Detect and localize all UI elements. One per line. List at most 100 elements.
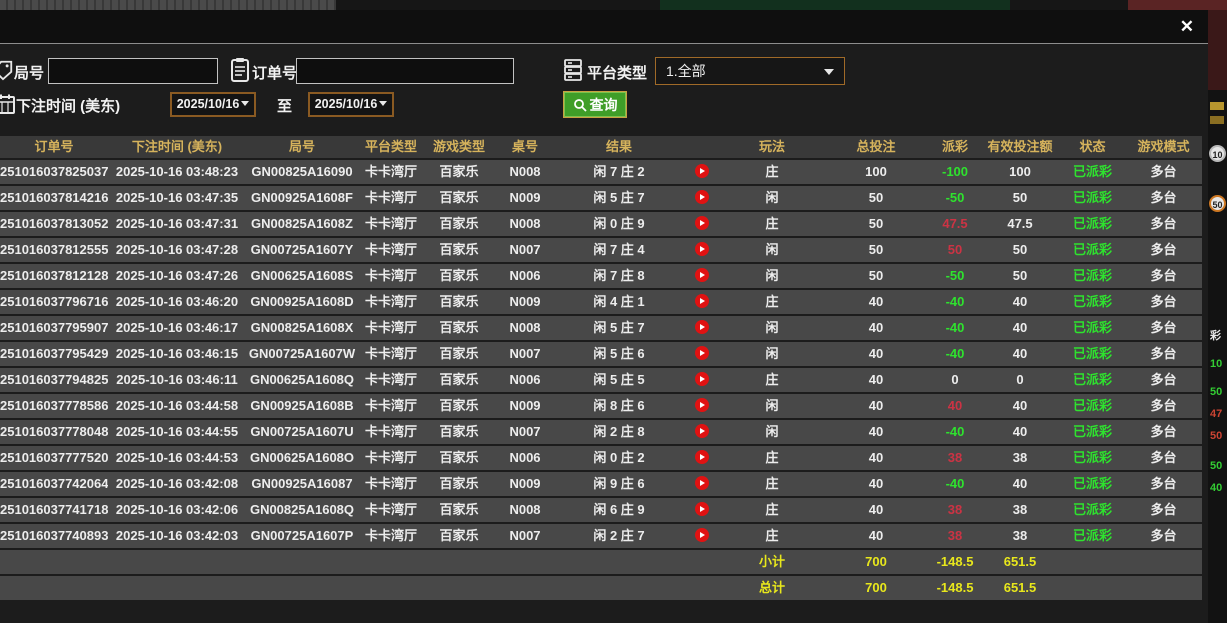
total-table_no	[494, 576, 556, 600]
cell-payout: -40	[945, 294, 965, 309]
cell-bet_time: 2025-10-16 03:47:28	[115, 242, 239, 257]
cell-valid_bet: 100	[1009, 164, 1031, 179]
background-game-felt	[660, 0, 1010, 10]
subtotal-result	[556, 550, 682, 574]
cell-play_btn	[682, 420, 722, 444]
cell-platform: 卡卡湾厅	[364, 528, 417, 543]
cell-order_no: 251016037777520	[0, 450, 108, 465]
cell-total_bet: 40	[868, 528, 884, 543]
subtotal-status	[1060, 550, 1125, 574]
cell-payout: -40	[945, 346, 965, 361]
table-row: 251016037796716 2025-10-16 03:46:20 GN0092…	[0, 290, 1202, 314]
cell-platform: 卡卡湾厅	[364, 190, 417, 205]
cell-play: 闲	[765, 242, 779, 257]
cell-valid_bet: 38	[1012, 528, 1028, 543]
cell-game_type: 百家乐	[439, 242, 479, 257]
cell-platform: 卡卡湾厅	[364, 372, 417, 387]
cell-game_type: 百家乐	[439, 294, 479, 309]
cell-game_no: GN00825A1608X	[250, 320, 354, 335]
cell-game_type: 百家乐	[439, 372, 479, 387]
play-triangle	[700, 479, 705, 486]
cell-valid_bet: 50	[1012, 190, 1028, 205]
replay-play-icon[interactable]	[695, 320, 709, 335]
date-to-picker[interactable]: 2025/10/16	[308, 92, 394, 117]
game-no-input[interactable]	[48, 58, 218, 84]
replay-play-icon[interactable]	[695, 216, 709, 231]
replay-play-icon[interactable]	[695, 450, 709, 465]
cell-total_bet: 100	[865, 164, 887, 179]
play-triangle	[700, 531, 705, 538]
cell-payout: -50	[945, 190, 965, 205]
cell-total_bet: 50	[868, 242, 884, 257]
cell-result: 闲 5 庄 5	[593, 372, 645, 387]
table-row: 251016037813052 2025-10-16 03:47:31 GN0082…	[0, 212, 1202, 236]
replay-play-icon[interactable]	[695, 242, 709, 257]
cell-play_btn	[682, 160, 722, 184]
table-row: 251016037795907 2025-10-16 03:46:17 GN0082…	[0, 316, 1202, 340]
total-game_no	[246, 576, 358, 600]
replay-play-icon[interactable]	[695, 346, 709, 361]
search-button[interactable]: 查询	[563, 91, 627, 118]
cell-game_type: 百家乐	[439, 528, 479, 543]
background-stripes	[0, 0, 336, 10]
cell-game_no: GN00825A16090	[251, 164, 353, 179]
cell-game_type: 百家乐	[439, 268, 479, 283]
date-to-value: 2025/10/16	[314, 97, 378, 111]
cell-bet_time: 2025-10-16 03:44:55	[115, 424, 239, 439]
cell-order_no: 251016037812555	[0, 242, 108, 257]
replay-play-icon[interactable]	[695, 294, 709, 309]
background-number-fragment: 40	[1210, 482, 1223, 494]
replay-play-icon[interactable]	[695, 268, 709, 283]
chevron-down-icon	[379, 101, 388, 106]
cell-mode: 多台	[1150, 268, 1177, 283]
cell-order_no: 251016037812128	[0, 268, 108, 283]
cell-result: 闲 8 庄 6	[593, 398, 645, 413]
cell-game_type: 百家乐	[439, 502, 479, 517]
replay-play-icon[interactable]	[695, 502, 709, 517]
cell-table_no: N007	[509, 528, 541, 543]
cell-order_no: 251016037825037	[0, 164, 108, 179]
table-row: 251016037795429 2025-10-16 03:46:15 GN0072…	[0, 342, 1202, 366]
cell-status: 已派彩	[1072, 450, 1112, 465]
cell-play_btn	[682, 342, 722, 366]
table-row: 251016037778586 2025-10-16 03:44:58 GN0092…	[0, 394, 1202, 418]
cell-platform: 卡卡湾厅	[364, 424, 417, 439]
cell-result: 闲 7 庄 2	[593, 164, 645, 179]
background-number-fragment: 50	[1210, 430, 1223, 442]
cell-payout: 50	[947, 242, 963, 257]
header-game_no: 局号	[288, 139, 315, 154]
platform-type-select[interactable]: 1.全部	[655, 57, 845, 85]
cell-status: 已派彩	[1072, 294, 1112, 309]
order-no-input[interactable]	[296, 58, 514, 84]
cell-play_btn	[682, 290, 722, 314]
subtotal-play_btn	[682, 550, 722, 574]
background-window-edge: 10 50 彩 10 50 47 50 50 40	[1208, 10, 1227, 623]
total-result	[556, 576, 682, 600]
close-icon[interactable]: ✕	[1180, 17, 1194, 37]
play-triangle	[700, 297, 705, 304]
cell-bet_time: 2025-10-16 03:48:23	[115, 164, 239, 179]
cell-play: 闲	[765, 268, 779, 283]
replay-play-icon[interactable]	[695, 476, 709, 491]
replay-play-icon[interactable]	[695, 164, 709, 179]
cell-play_btn	[682, 498, 722, 522]
replay-play-icon[interactable]	[695, 190, 709, 205]
play-triangle	[700, 219, 705, 226]
cell-payout: -100	[941, 164, 969, 179]
date-from-picker[interactable]: 2025/10/16	[170, 92, 256, 117]
replay-play-icon[interactable]	[695, 372, 709, 387]
chevron-down-icon	[824, 69, 834, 75]
to-label: 至	[277, 98, 293, 115]
background-number-fragment: 10	[1210, 358, 1223, 370]
replay-play-icon[interactable]	[695, 528, 709, 543]
cell-table_no: N006	[509, 268, 541, 283]
subtotal-mode	[1125, 550, 1202, 574]
cell-total_bet: 40	[868, 320, 884, 335]
background-number-fragment: 47	[1210, 408, 1223, 420]
search-button-label: 查询	[589, 96, 618, 113]
replay-play-icon[interactable]	[695, 424, 709, 439]
cell-game_type: 百家乐	[439, 476, 479, 491]
replay-play-icon[interactable]	[695, 398, 709, 413]
cell-total_bet: 40	[868, 502, 884, 517]
total-valid_bet: 651.5	[1003, 580, 1037, 595]
